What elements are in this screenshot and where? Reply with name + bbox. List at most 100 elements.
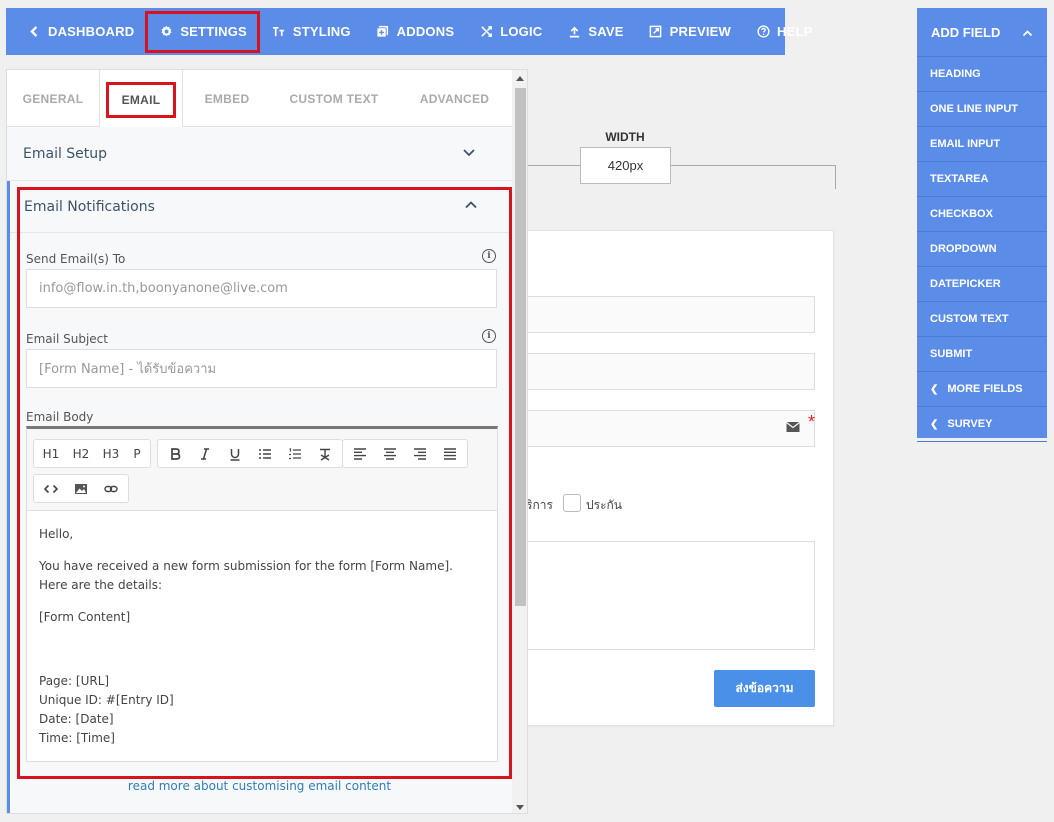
add-field-label: SURVEY bbox=[947, 418, 993, 430]
body-unique-id: Unique ID: #[Entry ID] bbox=[39, 693, 174, 707]
add-field-label: DATEPICKER bbox=[930, 278, 1001, 290]
bold-icon[interactable] bbox=[160, 441, 190, 466]
help-label: HELP bbox=[777, 24, 813, 39]
top-toolbar: DASHBOARD SETTINGS STYLING ADDONS LOGIC … bbox=[6, 8, 812, 55]
h2-button[interactable]: H2 bbox=[66, 441, 96, 466]
paragraph-button[interactable]: P bbox=[126, 441, 148, 466]
add-field-label: SUBMIT bbox=[930, 348, 973, 360]
body-page: Page: [URL] bbox=[39, 674, 110, 688]
tab-embed[interactable]: EMBED bbox=[183, 70, 271, 127]
add-field-email-input[interactable]: EMAIL INPUT bbox=[917, 127, 1047, 162]
tab-label: EMBED bbox=[204, 91, 250, 106]
insert-group bbox=[33, 474, 129, 503]
tab-email[interactable]: EMAIL bbox=[99, 70, 183, 128]
tab-advanced[interactable]: ADVANCED bbox=[397, 70, 512, 127]
email-body-content[interactable]: Hello, You have received a new form subm… bbox=[27, 511, 497, 762]
dashboard-button[interactable]: DASHBOARD bbox=[14, 12, 146, 52]
numbered-list-icon[interactable] bbox=[280, 441, 310, 466]
form-preview-input[interactable] bbox=[526, 353, 815, 390]
chevron-up-icon bbox=[464, 197, 478, 216]
panel-scrollbar[interactable] bbox=[512, 70, 527, 813]
option-checkbox[interactable] bbox=[563, 494, 581, 512]
text-style-icon bbox=[271, 24, 287, 40]
gear-icon bbox=[158, 24, 174, 40]
email-setup-title: Email Setup bbox=[23, 145, 108, 162]
scrollbar-thumb[interactable] bbox=[515, 88, 526, 606]
external-link-icon bbox=[648, 24, 664, 40]
heading-group: H1 H2 H3 P bbox=[33, 439, 151, 468]
add-field-one-line-input[interactable]: ONE LINE INPUT bbox=[917, 92, 1047, 127]
add-field-label: ONE LINE INPUT bbox=[930, 103, 1019, 115]
h3-button[interactable]: H3 bbox=[96, 441, 126, 466]
body-greeting: Hello, bbox=[39, 527, 74, 541]
tab-general[interactable]: GENERAL bbox=[7, 70, 99, 127]
add-field-label: CHECKBOX bbox=[930, 208, 993, 220]
clear-format-icon[interactable] bbox=[310, 441, 340, 466]
send-to-input[interactable]: info@flow.in.th,boonyanone@live.com bbox=[26, 269, 497, 308]
shuffle-icon bbox=[478, 24, 494, 40]
tab-label: ADVANCED bbox=[419, 91, 490, 106]
align-center-icon[interactable] bbox=[375, 441, 405, 466]
read-more-link[interactable]: read more about customising email conten… bbox=[7, 779, 512, 793]
add-field-dropdown[interactable]: DROPDOWN bbox=[917, 232, 1047, 267]
editor-toolbar: H1 H2 H3 P bbox=[27, 429, 497, 511]
help-icon bbox=[755, 24, 771, 40]
chevron-left-icon: ❮ bbox=[930, 418, 939, 430]
align-group bbox=[342, 439, 468, 468]
width-input[interactable]: 420px bbox=[580, 147, 671, 184]
settings-button[interactable]: SETTINGS bbox=[145, 10, 260, 53]
save-button[interactable]: SAVE bbox=[554, 12, 635, 52]
add-field-heading[interactable]: HEADING bbox=[917, 57, 1047, 92]
styling-label: STYLING bbox=[292, 24, 351, 39]
h1-button[interactable]: H1 bbox=[36, 441, 66, 466]
add-field-title: ADD FIELD bbox=[931, 24, 1001, 40]
scroll-down-icon[interactable] bbox=[512, 802, 527, 812]
form-preview-textarea[interactable] bbox=[526, 541, 815, 650]
subject-input[interactable]: [Form Name] - ได้รับข้อความ bbox=[26, 349, 497, 388]
addons-label: ADDONS bbox=[396, 24, 455, 39]
add-field-datepicker[interactable]: DATEPICKER bbox=[917, 267, 1047, 302]
underline-icon[interactable] bbox=[220, 441, 250, 466]
add-field-survey[interactable]: ❮ SURVEY bbox=[917, 407, 1047, 442]
chevron-down-icon bbox=[462, 144, 476, 163]
image-icon[interactable] bbox=[66, 476, 96, 501]
logic-button[interactable]: LOGIC bbox=[466, 12, 554, 52]
add-field-submit[interactable]: SUBMIT bbox=[917, 337, 1047, 372]
italic-icon[interactable] bbox=[190, 441, 220, 466]
bullet-list-icon[interactable] bbox=[250, 441, 280, 466]
option-label-partial: ริการ bbox=[526, 498, 553, 512]
preview-label: PREVIEW bbox=[669, 24, 731, 39]
info-icon[interactable]: i bbox=[482, 249, 496, 263]
addons-icon bbox=[375, 24, 391, 40]
align-left-icon[interactable] bbox=[345, 441, 375, 466]
align-right-icon[interactable] bbox=[405, 441, 435, 466]
chevron-up-icon bbox=[1022, 25, 1033, 40]
align-justify-icon[interactable] bbox=[435, 441, 465, 466]
add-field-checkbox[interactable]: CHECKBOX bbox=[917, 197, 1047, 232]
body-label: Email Body bbox=[26, 410, 94, 424]
email-setup-accordion[interactable]: Email Setup bbox=[7, 127, 512, 181]
form-preview-input[interactable] bbox=[526, 296, 815, 333]
scroll-up-icon[interactable] bbox=[512, 73, 527, 83]
help-button[interactable]: HELP bbox=[743, 12, 824, 52]
preview-button[interactable]: PREVIEW bbox=[636, 12, 743, 52]
width-label: WIDTH bbox=[605, 130, 645, 144]
body-date: Date: [Date] bbox=[39, 712, 114, 726]
add-field-custom-text[interactable]: CUSTOM TEXT bbox=[917, 302, 1047, 337]
code-icon[interactable] bbox=[36, 476, 66, 501]
addons-button[interactable]: ADDONS bbox=[363, 12, 467, 52]
required-marker: * bbox=[808, 412, 816, 432]
body-form-content: [Form Content] bbox=[39, 610, 131, 624]
mail-icon bbox=[786, 422, 800, 432]
form-preview-email-input[interactable] bbox=[526, 410, 815, 447]
email-notifications-header[interactable]: Email Notifications bbox=[10, 181, 512, 233]
add-field-header[interactable]: ADD FIELD bbox=[917, 8, 1047, 57]
styling-button[interactable]: STYLING bbox=[259, 12, 363, 52]
add-field-textarea[interactable]: TEXTAREA bbox=[917, 162, 1047, 197]
tab-custom-text[interactable]: CUSTOM TEXT bbox=[271, 70, 397, 127]
link-icon[interactable] bbox=[96, 476, 126, 501]
add-field-more-fields[interactable]: ❮ MORE FIELDS bbox=[917, 372, 1047, 407]
info-icon[interactable]: i bbox=[482, 329, 496, 343]
option-label: ประกัน bbox=[586, 498, 622, 512]
form-submit-button[interactable]: ส่งข้อความ bbox=[714, 670, 815, 707]
